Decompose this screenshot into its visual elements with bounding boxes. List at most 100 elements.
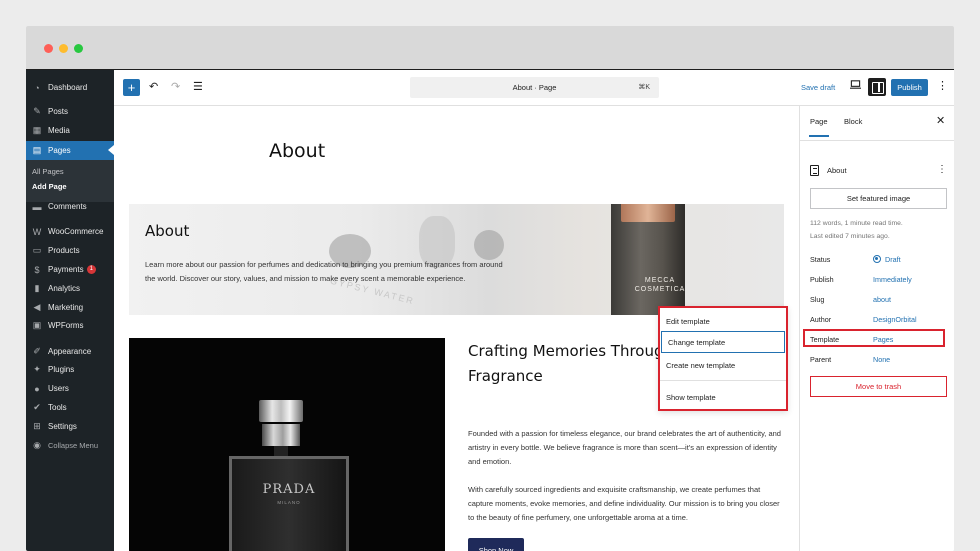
hero-bg-shape bbox=[474, 230, 504, 260]
woocommerce-icon: W bbox=[32, 226, 42, 237]
plugin-icon: ✦ bbox=[33, 364, 41, 374]
sidebar-item-woocommerce[interactable]: W WooCommerce bbox=[26, 222, 114, 241]
shop-now-button[interactable]: Shop Now bbox=[468, 538, 524, 551]
edit-template-item[interactable]: Edit template bbox=[660, 310, 786, 332]
word-count: 112 words, 1 minute read time. bbox=[810, 220, 903, 227]
user-icon: ● bbox=[34, 383, 40, 394]
close-window-button[interactable] bbox=[44, 44, 53, 53]
document-title-label: About · Page bbox=[512, 83, 557, 92]
pages-submenu: All Pages Add Page bbox=[26, 160, 114, 202]
section-paragraph-1[interactable]: Founded with a passion for timeless eleg… bbox=[468, 427, 786, 469]
submenu-add-page[interactable]: Add Page bbox=[32, 182, 67, 191]
menu-divider bbox=[660, 380, 786, 381]
template-label: Template bbox=[810, 335, 840, 344]
section-heading[interactable]: Crafting Memories Through Fragrance bbox=[468, 339, 688, 389]
more-actions-icon[interactable]: ⋮ bbox=[937, 164, 947, 175]
sidebar-item-settings[interactable]: ⊞ Settings bbox=[26, 417, 114, 436]
sidebar-item-media[interactable]: ▦ Media bbox=[26, 121, 114, 140]
dashboard-icon: ◔ bbox=[34, 82, 40, 93]
hero-bottle-text: MECCA COSMETICA bbox=[634, 277, 686, 293]
brush-icon: ✐ bbox=[33, 346, 41, 356]
add-block-button[interactable]: + bbox=[123, 79, 140, 96]
more-options-icon[interactable]: ⋮ bbox=[937, 79, 948, 92]
settings-panel-toggle[interactable] bbox=[868, 78, 886, 96]
pin-icon: ✎ bbox=[33, 106, 41, 116]
undo-icon[interactable]: ↶ bbox=[149, 80, 158, 93]
hero-cover-block[interactable]: GYPSY WATER MECCA COSMETICA About Learn … bbox=[129, 204, 784, 315]
pages-icon: ▤ bbox=[32, 145, 42, 155]
save-draft-button[interactable]: Save draft bbox=[801, 83, 835, 92]
page-icon bbox=[810, 165, 819, 176]
tab-page[interactable]: Page bbox=[809, 117, 829, 137]
hero-bottle-cap bbox=[621, 204, 675, 222]
sidebar-collapse-menu[interactable]: ◉ Collapse Menu bbox=[26, 436, 114, 455]
author-label: Author bbox=[810, 315, 832, 324]
submenu-all-pages[interactable]: All Pages bbox=[32, 167, 64, 176]
browser-window: ◔ Dashboard ✎ Posts ▦ Media ▤ Pages All … bbox=[26, 26, 954, 551]
page-title[interactable]: About bbox=[269, 140, 325, 162]
set-featured-image-button[interactable]: Set featured image bbox=[810, 188, 947, 209]
last-edited: Last edited 7 minutes ago. bbox=[810, 233, 890, 240]
create-new-template-item[interactable]: Create new template bbox=[660, 354, 786, 376]
document-overview-icon[interactable]: ☰ bbox=[193, 80, 203, 93]
payments-count-badge: 1 bbox=[86, 265, 96, 274]
sidebar-item-posts[interactable]: ✎ Posts bbox=[26, 102, 114, 121]
editor-toolbar: + ↶ ↷ ☰ About · Page ⌘K Save draft Publi… bbox=[114, 70, 954, 106]
preview-icon[interactable] bbox=[850, 79, 861, 90]
publish-button[interactable]: Publish bbox=[891, 79, 928, 96]
media-icon: ▦ bbox=[32, 125, 42, 135]
plus-icon: + bbox=[127, 80, 136, 95]
sidebar-item-wpforms[interactable]: ▣ WPForms bbox=[26, 316, 114, 335]
sidebar-item-pages[interactable]: ▤ Pages bbox=[26, 141, 114, 160]
payments-icon: $ bbox=[34, 264, 40, 275]
sidebar-item-plugins[interactable]: ✦ Plugins bbox=[26, 360, 114, 379]
bottle-brand-logo: PRADA bbox=[262, 482, 316, 497]
sidebar-item-appearance[interactable]: ✐ Appearance bbox=[26, 342, 114, 361]
sidebar-item-products[interactable]: ▭ Products bbox=[26, 241, 114, 260]
admin-sidebar: ◔ Dashboard ✎ Posts ▦ Media ▤ Pages All … bbox=[26, 70, 114, 551]
window-titlebar bbox=[26, 26, 954, 70]
sidebar-item-payments[interactable]: $ Payments 1 bbox=[26, 260, 114, 279]
analytics-icon: ▮ bbox=[34, 283, 40, 293]
tab-block[interactable]: Block bbox=[844, 117, 862, 126]
bottle-collar bbox=[262, 424, 300, 446]
sidebar-item-analytics[interactable]: ▮ Analytics bbox=[26, 279, 114, 298]
parent-value[interactable]: None bbox=[873, 355, 890, 364]
move-to-trash-button[interactable]: Move to trash bbox=[810, 376, 947, 397]
section-paragraph-2[interactable]: With carefully sourced ingredients and e… bbox=[468, 483, 786, 525]
slug-value[interactable]: about bbox=[873, 295, 891, 304]
product-image[interactable]: PRADA MILANO bbox=[129, 338, 445, 551]
show-template-item[interactable]: Show template bbox=[660, 386, 786, 408]
close-icon[interactable]: ✕ bbox=[936, 114, 945, 127]
forms-icon: ▣ bbox=[32, 320, 42, 330]
redo-icon[interactable]: ↷ bbox=[171, 80, 180, 93]
comment-icon: ▬ bbox=[32, 201, 42, 212]
wrench-icon: ✔ bbox=[33, 402, 41, 412]
slug-label: Slug bbox=[810, 295, 825, 304]
document-summary: About bbox=[810, 165, 847, 176]
collapse-icon: ◉ bbox=[33, 440, 41, 450]
author-value[interactable]: DesignOrbital bbox=[873, 315, 917, 324]
sidebar-item-dashboard[interactable]: ◔ Dashboard bbox=[26, 78, 114, 97]
hero-paragraph[interactable]: Learn more about our passion for perfume… bbox=[145, 258, 510, 285]
sidebar-item-users[interactable]: ● Users bbox=[26, 379, 114, 398]
change-template-item[interactable]: Change template bbox=[661, 331, 785, 353]
products-icon: ▭ bbox=[32, 245, 42, 255]
settings-icon: ⊞ bbox=[33, 421, 41, 431]
sidebar-item-marketing[interactable]: ◀ Marketing bbox=[26, 298, 114, 317]
maximize-window-button[interactable] bbox=[74, 44, 83, 53]
status-value[interactable]: Draft bbox=[873, 255, 901, 264]
bottle-cap bbox=[259, 400, 303, 422]
minimize-window-button[interactable] bbox=[59, 44, 68, 53]
template-value[interactable]: Pages bbox=[873, 335, 893, 344]
panel-tabs: Page Block ✕ bbox=[800, 106, 954, 141]
sidebar-item-tools[interactable]: ✔ Tools bbox=[26, 398, 114, 417]
sidebar-item-comments[interactable]: ▬ Comments bbox=[26, 197, 114, 216]
parent-label: Parent bbox=[810, 355, 832, 364]
hero-heading[interactable]: About bbox=[145, 222, 189, 240]
publish-label: Publish bbox=[810, 275, 834, 284]
document-title: About bbox=[827, 166, 847, 175]
publish-value[interactable]: Immediately bbox=[873, 275, 912, 284]
draft-status-icon bbox=[873, 255, 881, 263]
command-palette-bar[interactable]: About · Page ⌘K bbox=[410, 77, 659, 98]
